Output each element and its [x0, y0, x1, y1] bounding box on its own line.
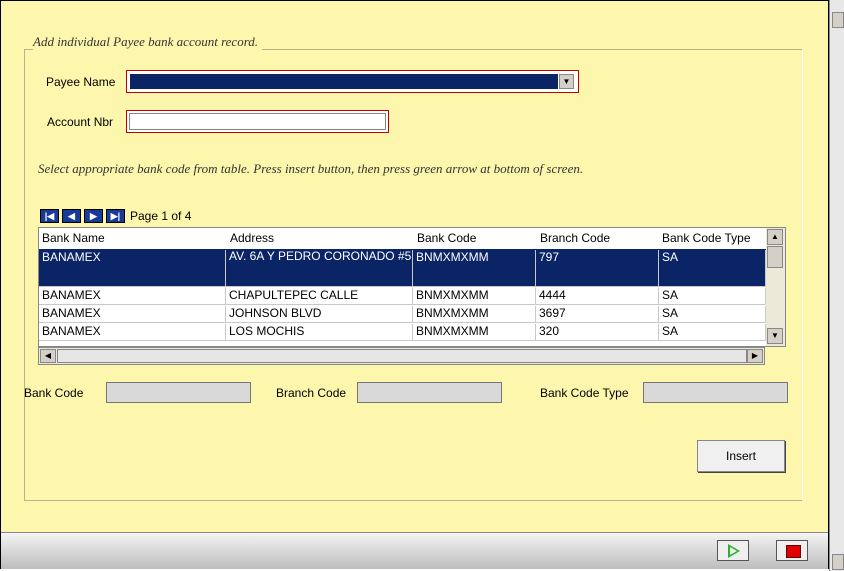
instructions-text: Select appropriate bank code from table.…	[38, 161, 584, 176]
column-header-address[interactable]: Address	[227, 231, 412, 245]
table-vertical-scrollbar[interactable]: ▲ ▼	[766, 228, 785, 346]
account-nbr-input[interactable]	[126, 110, 389, 133]
table-horizontal-scrollbar[interactable]: ◀ ▶	[38, 347, 765, 365]
cell-address: CHAPULTEPEC CALLE	[226, 288, 413, 304]
bank-table: Bank Name Address Bank Code Branch Code …	[38, 227, 786, 347]
cell-bank-name: BANAMEX	[39, 250, 226, 286]
insert-button[interactable]: Insert	[697, 440, 785, 472]
next-button[interactable]	[717, 540, 749, 561]
cell-bank-name: BANAMEX	[39, 324, 226, 340]
group-legend: Add individual Payee bank account record…	[33, 34, 263, 50]
bank-code-field	[106, 382, 251, 403]
cell-bank-code: BNMXMXMM	[413, 306, 536, 322]
cell-bank-code-type: SA	[659, 324, 766, 340]
bank-code-type-field	[643, 382, 788, 403]
payee-name-select[interactable]: ▼	[126, 70, 579, 93]
chevron-down-icon[interactable]: ▼	[559, 74, 574, 89]
cell-address: LOS MOCHIS	[226, 324, 413, 340]
scroll-up-icon[interactable]: ▲	[767, 229, 783, 245]
cell-bank-name: BANAMEX	[39, 288, 226, 304]
cell-bank-code: BNMXMXMM	[413, 288, 536, 304]
window-scrollbar[interactable]	[829, 0, 844, 571]
cell-bank-code: BNMXMXMM	[413, 324, 536, 340]
previous-page-icon[interactable]: ◀	[62, 209, 81, 223]
scroll-right-icon[interactable]: ▶	[747, 349, 763, 363]
cell-branch-code: 3697	[536, 306, 659, 322]
first-page-icon[interactable]: |◀	[40, 209, 59, 223]
branch-code-field	[357, 382, 502, 403]
play-arrow-inner	[730, 547, 737, 555]
cell-branch-code: 4444	[536, 288, 659, 304]
next-page-icon[interactable]: ▶	[84, 209, 103, 223]
column-header-bank-code[interactable]: Bank Code	[414, 231, 534, 245]
column-header-bank-name[interactable]: Bank Name	[39, 231, 224, 245]
table-pager: |◀ ◀ ▶ ▶| Page 1 of 4	[40, 209, 191, 223]
cell-bank-name: BANAMEX	[39, 306, 226, 322]
table-row[interactable]: BANAMEX LOS MOCHIS BNMXMXMM 320 SA	[39, 323, 766, 341]
scroll-down-icon[interactable]	[832, 554, 844, 570]
column-header-bank-code-type[interactable]: Bank Code Type	[659, 231, 766, 245]
table-row[interactable]: BANAMEX JOHNSON BLVD BNMXMXMM 3697 SA	[39, 305, 766, 323]
stop-button[interactable]	[776, 540, 808, 561]
cell-address: JOHNSON BLVD	[226, 306, 413, 322]
payee-name-value	[130, 74, 558, 89]
bank-code-type-label: Bank Code Type	[540, 386, 629, 400]
table-header: Bank Name Address Bank Code Branch Code …	[39, 228, 769, 248]
payee-name-label: Payee Name	[46, 75, 116, 89]
cell-bank-code-type: SA	[659, 306, 766, 322]
column-header-branch-code[interactable]: Branch Code	[537, 231, 657, 245]
cell-bank-code-type: SA	[659, 288, 766, 304]
last-page-icon[interactable]: ▶|	[106, 209, 125, 223]
scroll-up-icon[interactable]	[832, 12, 844, 28]
table-row[interactable]: BANAMEX CHAPULTEPEC CALLE BNMXMXMM 4444 …	[39, 287, 766, 305]
cell-bank-code-type: SA	[659, 250, 766, 286]
page-indicator: Page 1 of 4	[130, 209, 192, 223]
cell-address: AV. 6A Y PEDRO CORONADO #5	[226, 250, 413, 286]
scroll-left-icon[interactable]: ◀	[40, 349, 56, 363]
bank-code-label: Bank Code	[24, 386, 84, 400]
account-nbr-label: Account Nbr	[47, 115, 114, 129]
scroll-down-icon[interactable]: ▼	[767, 328, 783, 344]
cell-bank-code: BNMXMXMM	[413, 250, 536, 286]
cell-branch-code: 320	[536, 324, 659, 340]
table-row[interactable]: BANAMEX AV. 6A Y PEDRO CORONADO #5 BNMXM…	[39, 249, 766, 287]
scroll-thumb[interactable]	[57, 349, 747, 363]
footer-toolbar	[1, 532, 828, 569]
account-nbr-value	[129, 113, 386, 130]
scroll-thumb[interactable]	[767, 246, 783, 268]
red-stop-icon	[786, 545, 801, 558]
cell-branch-code: 797	[536, 250, 659, 286]
branch-code-label: Branch Code	[276, 386, 347, 400]
